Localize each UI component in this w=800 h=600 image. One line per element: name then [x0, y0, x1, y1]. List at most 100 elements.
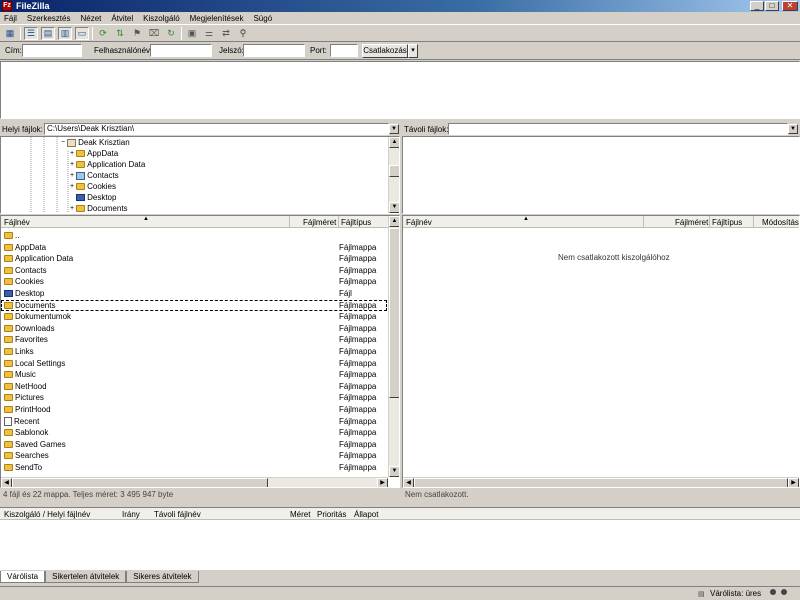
column-divider[interactable]: [289, 216, 290, 228]
column-modified[interactable]: Módosítás: [762, 218, 799, 227]
toggle-tree-icon[interactable]: ▤: [41, 26, 55, 40]
column-filesize[interactable]: Fájlméret: [303, 218, 336, 227]
menu-bookmarks[interactable]: Megjelenítések: [190, 14, 244, 23]
menu-transfer[interactable]: Átvitel: [111, 14, 133, 23]
host-input[interactable]: [22, 44, 82, 57]
tree-item-user-folder[interactable]: − Deak Krisztian: [61, 137, 130, 148]
column-filetype[interactable]: Fájltípus: [712, 218, 742, 227]
local-list-vscrollbar[interactable]: ▲ ▼: [388, 216, 399, 477]
table-row[interactable]: Searches Fájlmappa: [1, 450, 387, 462]
column-filename[interactable]: Fájlnév: [406, 218, 432, 227]
compare-icon[interactable]: ⚌: [202, 27, 216, 40]
remote-file-list[interactable]: Fájlnév ▲ Fájlméret Fájltípus Módosítás …: [402, 215, 800, 488]
table-row[interactable]: SendTo Fájlmappa: [1, 462, 387, 474]
table-row[interactable]: Local Settings Fájlmappa: [1, 358, 387, 370]
toggle-remote-tree-icon[interactable]: ▥: [58, 26, 72, 40]
table-row[interactable]: Saved Games Fájlmappa: [1, 439, 387, 451]
expand-icon[interactable]: +: [70, 150, 74, 157]
local-list-hscrollbar[interactable]: ◀ ▶: [1, 477, 388, 487]
search-icon[interactable]: ⚲: [236, 27, 250, 40]
scroll-up-icon[interactable]: ▲: [389, 137, 399, 148]
table-row[interactable]: Favorites Fájlmappa: [1, 334, 387, 346]
table-row[interactable]: Application Data Fájlmappa: [1, 253, 387, 265]
collapse-icon[interactable]: −: [61, 139, 65, 146]
minimize-button[interactable]: _: [750, 1, 764, 11]
close-button[interactable]: ✕: [782, 1, 798, 11]
site-manager-icon[interactable]: ▦: [3, 27, 17, 40]
local-file-list[interactable]: Fájlnév ▲ Fájlméret Fájltípus .. AppData F…: [0, 215, 400, 488]
remote-path-dropdown[interactable]: ▼: [788, 124, 798, 134]
tab-successful-transfers[interactable]: Sikeres átvitelek: [126, 571, 199, 583]
table-row[interactable]: Sablonok Fájlmappa: [1, 427, 387, 439]
queue-column-priority[interactable]: Prioritás: [317, 510, 346, 519]
tree-item-appdata[interactable]: + AppData: [70, 148, 118, 159]
menu-file[interactable]: Fájl: [4, 14, 17, 23]
table-row[interactable]: Contacts Fájlmappa: [1, 265, 387, 277]
table-row[interactable]: Recent Fájlmappa: [1, 416, 387, 428]
local-tree-scrollbar[interactable]: ▲ ▼: [388, 137, 399, 213]
table-row[interactable]: Music Fájlmappa: [1, 369, 387, 381]
table-row[interactable]: AppData Fájlmappa: [1, 242, 387, 254]
column-filename[interactable]: Fájlnév: [4, 218, 30, 227]
toggle-queue-icon[interactable]: ▭: [75, 26, 89, 40]
disconnect-icon[interactable]: ⌧: [147, 27, 161, 40]
menu-view[interactable]: Nézet: [80, 14, 101, 23]
tree-item-contacts[interactable]: + Contacts: [70, 170, 119, 181]
remote-list-hscrollbar[interactable]: ◀ ▶: [403, 477, 799, 487]
table-row[interactable]: Documents Fájlmappa: [1, 299, 387, 312]
port-input[interactable]: [330, 44, 358, 57]
tree-item-cookies[interactable]: + Cookies: [70, 181, 116, 192]
queue-column-direction[interactable]: Irány: [122, 510, 140, 519]
directory-listing-filter-icon[interactable]: ▣: [185, 27, 199, 40]
column-divider[interactable]: [643, 216, 644, 228]
tab-failed-transfers[interactable]: Sikertelen átvitelek: [45, 571, 127, 583]
table-row[interactable]: Pictures Fájlmappa: [1, 392, 387, 404]
scroll-thumb[interactable]: [389, 165, 399, 177]
remote-path-input[interactable]: [448, 123, 788, 135]
tree-item-documents[interactable]: + Documents: [70, 203, 128, 213]
scroll-up-icon[interactable]: ▲: [389, 216, 399, 227]
reconnect-icon[interactable]: ↻: [164, 27, 178, 40]
queue-column-size[interactable]: Méret: [290, 510, 310, 519]
table-row[interactable]: Cookies Fájlmappa: [1, 276, 387, 288]
local-path-input[interactable]: C:\Users\Deak Krisztian\: [44, 123, 389, 135]
scroll-down-icon[interactable]: ▼: [389, 202, 399, 213]
refresh-icon[interactable]: ⟳: [96, 27, 110, 40]
connect-button[interactable]: Csatlakozás: [362, 44, 408, 58]
expand-icon[interactable]: +: [70, 172, 74, 179]
queue-column-status[interactable]: Állapot: [354, 510, 378, 519]
tree-item-application-data[interactable]: + Application Data: [70, 159, 145, 170]
scroll-left-icon[interactable]: ◀: [1, 478, 12, 487]
quickconnect-history-dropdown[interactable]: ▾: [408, 44, 418, 58]
menu-help[interactable]: Súgó: [253, 14, 272, 23]
table-row[interactable]: PrintHood Fájlmappa: [1, 404, 387, 416]
maximize-button[interactable]: □: [765, 1, 779, 11]
expand-icon[interactable]: +: [70, 183, 74, 190]
scroll-thumb[interactable]: [389, 228, 399, 398]
scroll-right-icon[interactable]: ▶: [377, 478, 388, 487]
column-divider[interactable]: [338, 216, 339, 228]
table-row[interactable]: ..: [1, 230, 387, 242]
remote-directory-tree[interactable]: [402, 136, 800, 214]
table-row[interactable]: Downloads Fájlmappa: [1, 323, 387, 335]
local-path-dropdown[interactable]: ▼: [389, 124, 399, 134]
username-input[interactable]: [150, 44, 212, 57]
table-row[interactable]: Links Fájlmappa: [1, 346, 387, 358]
tree-item-desktop[interactable]: + Desktop: [70, 192, 116, 203]
expand-icon[interactable]: +: [70, 205, 74, 212]
table-row[interactable]: NetHood Fájlmappa: [1, 381, 387, 393]
toggle-log-icon[interactable]: ☰: [24, 26, 38, 40]
scroll-thumb[interactable]: [12, 478, 268, 487]
column-filetype[interactable]: Fájltípus: [341, 218, 371, 227]
queue-column-server[interactable]: Kiszolgáló / Helyi fájlnév: [4, 510, 90, 519]
message-log[interactable]: [0, 61, 800, 119]
expand-icon[interactable]: +: [70, 161, 74, 168]
table-row[interactable]: Desktop Fájl: [1, 288, 387, 300]
password-input[interactable]: [243, 44, 305, 57]
transfer-queue-list[interactable]: [0, 520, 800, 570]
scroll-right-icon[interactable]: ▶: [788, 478, 799, 487]
local-directory-tree[interactable]: − Deak Krisztian + AppData + Application…: [0, 136, 400, 214]
menu-edit[interactable]: Szerkesztés: [27, 14, 71, 23]
sync-browse-icon[interactable]: ⇄: [219, 27, 233, 40]
scroll-thumb[interactable]: [414, 478, 788, 487]
